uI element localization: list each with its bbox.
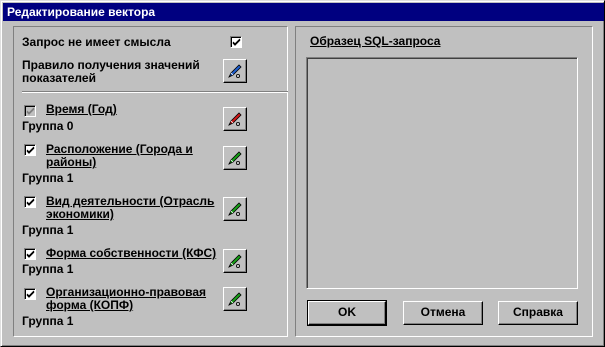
meaningless-checkbox[interactable]: [230, 36, 242, 48]
sql-preview-box[interactable]: [306, 57, 578, 289]
sql-sample-label: Образец SQL-запроса: [310, 34, 441, 48]
dimension-checkbox[interactable]: [24, 248, 36, 260]
cancel-button[interactable]: Отмена: [403, 301, 483, 325]
sql-panel: Образец SQL-запроса OK Отмена Справка: [295, 26, 593, 337]
dimension-group: Группа 1: [22, 171, 74, 185]
dimension-checkbox[interactable]: [24, 196, 36, 208]
pen-icon: [228, 292, 242, 306]
dimension-checkbox[interactable]: [24, 144, 36, 156]
dimension-group: Группа 1: [22, 314, 74, 328]
checkmark-icon: [26, 198, 35, 206]
dimension-group: Группа 1: [22, 262, 74, 276]
pen-icon: [228, 64, 242, 78]
dimension-edit-button[interactable]: [223, 249, 247, 273]
checkmark-icon: [26, 250, 35, 258]
window-title: Редактирование вектора: [7, 5, 156, 19]
title-bar[interactable]: Редактирование вектора: [3, 3, 604, 21]
dimension-edit-button[interactable]: [223, 197, 247, 221]
pen-icon: [228, 112, 242, 126]
ok-button[interactable]: OK: [307, 300, 387, 326]
dimension-name-line2: экономики): [46, 207, 114, 221]
checkmark-icon: [26, 107, 35, 115]
pen-icon: [228, 254, 242, 268]
dimension-checkbox[interactable]: [24, 105, 36, 117]
dimension-edit-button[interactable]: [223, 107, 247, 131]
dialog-window: Редактирование вектора Запрос не имеет с…: [0, 0, 605, 347]
dimension-name-line2: районы): [46, 155, 97, 169]
checkmark-icon: [232, 38, 241, 46]
dimension-name-line1: Время (Год): [46, 102, 117, 116]
dimension-edit-button[interactable]: [223, 146, 247, 170]
help-button[interactable]: Справка: [498, 301, 578, 325]
dimension-checkbox[interactable]: [24, 288, 36, 300]
pen-icon: [228, 151, 242, 165]
checkmark-icon: [26, 290, 35, 298]
section-divider: [22, 91, 288, 93]
rule-edit-button[interactable]: [223, 59, 247, 83]
pen-icon: [228, 202, 242, 216]
dimensions-panel: Запрос не имеет смысла Правило получения…: [13, 26, 288, 337]
rule-label-line2: показателей: [22, 71, 96, 85]
checkmark-icon: [26, 146, 35, 154]
meaningless-label: Запрос не имеет смысла: [22, 35, 171, 49]
dimension-group: Группа 0: [22, 119, 74, 133]
dimension-group: Группа 1: [22, 223, 74, 237]
dimension-edit-button[interactable]: [223, 287, 247, 311]
dimension-name-line1: Форма собственности (КФС): [46, 246, 217, 260]
dimension-name-line2: форма (КОПФ): [46, 298, 134, 312]
